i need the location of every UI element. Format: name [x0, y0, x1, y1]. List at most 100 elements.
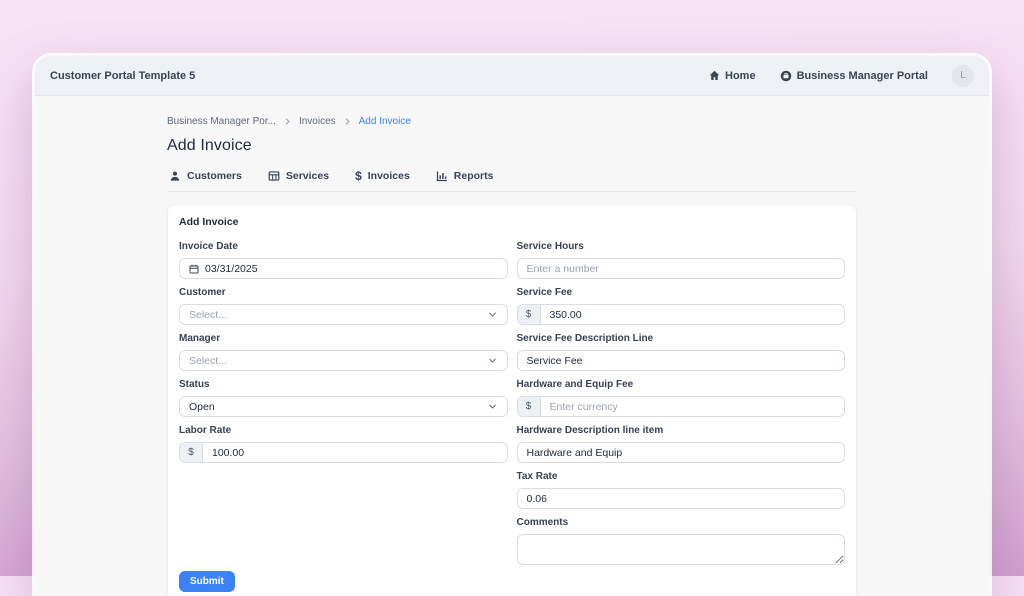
- breadcrumb-item-business-manager-por[interactable]: Business Manager Por...: [167, 116, 276, 127]
- input-content: Service Fee: [518, 355, 845, 367]
- chevron-right-icon: [343, 117, 352, 126]
- tab-customers[interactable]: Customers: [169, 170, 242, 182]
- tab-label: Customers: [187, 170, 242, 182]
- portal-icon: [780, 70, 792, 82]
- chevron-down-icon: [487, 401, 498, 412]
- status-label: Status: [179, 379, 508, 390]
- header-nav: Home Business Manager Portal L: [709, 65, 974, 87]
- date-content: 03/31/2025: [189, 263, 258, 275]
- input-value: 350.00: [541, 309, 591, 321]
- avatar[interactable]: L: [952, 65, 974, 87]
- card-title: Add Invoice: [179, 216, 845, 228]
- manager-label: Manager: [179, 333, 508, 344]
- chevron-down-icon: [487, 309, 498, 320]
- bar-chart-icon: [436, 170, 448, 182]
- tab-invoices[interactable]: $ Invoices: [355, 170, 410, 182]
- service-fee-description-line-label: Service Fee Description Line: [517, 333, 846, 344]
- app-title: Customer Portal Template 5: [50, 70, 195, 82]
- hardware-description-line-item-label: Hardware Description line item: [517, 425, 846, 436]
- header-nav-items: Home Business Manager Portal: [709, 70, 928, 82]
- input-content: 0.06: [518, 493, 845, 505]
- hardware-and-equip-fee-label: Hardware and Equip Fee: [517, 379, 846, 390]
- service-hours-label: Service Hours: [517, 241, 846, 252]
- nav-item-label: Home: [725, 70, 756, 82]
- nav-item-label: Business Manager Portal: [797, 70, 928, 82]
- comments-field-group: Comments: [517, 517, 846, 565]
- currency-prefix: $: [180, 443, 203, 462]
- calendar-icon: [189, 264, 199, 274]
- input-value: Open: [189, 401, 215, 413]
- service-fee-label: Service Fee: [517, 287, 846, 298]
- form-column-left: Invoice Date03/31/2025CustomerSelect...M…: [179, 233, 508, 565]
- input-value: 03/31/2025: [205, 263, 258, 275]
- input-content: Open: [180, 401, 507, 413]
- service-fee-description-line-input[interactable]: Service Fee: [517, 350, 846, 371]
- currency-prefix: $: [518, 397, 541, 416]
- input-value: Select...: [189, 355, 227, 367]
- app-header: Customer Portal Template 5 Home Business …: [35, 56, 989, 96]
- input-content: Select...: [180, 309, 507, 321]
- tab-bar: Customers Services $ Invoices Reports: [167, 168, 857, 192]
- currency-prefix: $: [518, 305, 541, 324]
- add-invoice-card: Add Invoice Invoice Date 03/31/2025 Custom…: [167, 204, 857, 595]
- input-content: Select...: [180, 355, 507, 367]
- table-icon: [268, 170, 280, 182]
- content-column: Business Manager Por... Invoices Add Invoi…: [167, 96, 857, 595]
- chevron-right-icon: [283, 117, 292, 126]
- input-content: 03/31/2025: [180, 263, 507, 275]
- tab-label: Reports: [454, 170, 494, 182]
- status-select[interactable]: Open: [179, 396, 508, 417]
- input-value: Hardware and Equip: [527, 447, 623, 459]
- breadcrumb-item-invoices[interactable]: Invoices: [299, 116, 336, 127]
- dollar-icon: $: [355, 170, 362, 182]
- tab-services[interactable]: Services: [268, 170, 329, 182]
- tab-reports[interactable]: Reports: [436, 170, 494, 182]
- home-icon: [709, 70, 720, 81]
- invoice-date-input[interactable]: 03/31/2025: [179, 258, 508, 279]
- breadcrumb: Business Manager Por... Invoices Add Invoi…: [167, 116, 857, 127]
- customer-label: Customer: [179, 287, 508, 298]
- hardware-description-line-item-input[interactable]: Hardware and Equip: [517, 442, 846, 463]
- tax-rate-input[interactable]: 0.06: [517, 488, 846, 509]
- nav-item-business-manager-portal[interactable]: Business Manager Portal: [780, 70, 928, 82]
- service-fee-input[interactable]: $350.00: [517, 304, 846, 325]
- service-hours-field-group: Service Hours Enter a number: [517, 241, 846, 279]
- tab-label: Invoices: [368, 170, 410, 182]
- app-window: Customer Portal Template 5 Home Business …: [35, 56, 989, 596]
- invoice-date-label: Invoice Date: [179, 241, 508, 252]
- customer-field-group: Customer Select...: [179, 287, 508, 325]
- hardware-and-equip-fee-field-group: Hardware and Equip Fee $Enter currency: [517, 379, 846, 417]
- form-column-right: Service Hours Enter a number Service Fee $3…: [517, 233, 846, 565]
- comments-label: Comments: [517, 517, 846, 528]
- form-grid: Invoice Date03/31/2025CustomerSelect...M…: [179, 233, 845, 565]
- invoice-date-field-group: Invoice Date 03/31/2025: [179, 241, 508, 279]
- chevron-down-icon: [487, 355, 498, 366]
- input-content: Hardware and Equip: [518, 447, 845, 459]
- customer-select[interactable]: Select...: [179, 304, 508, 325]
- labor-rate-input[interactable]: $100.00: [179, 442, 508, 463]
- manager-select[interactable]: Select...: [179, 350, 508, 371]
- chevron-right-icon: [343, 117, 352, 126]
- person-icon: [169, 170, 181, 182]
- nav-item-home[interactable]: Home: [709, 70, 756, 82]
- service-hours-input[interactable]: Enter a number: [517, 258, 846, 279]
- input-content: Enter a number: [518, 263, 845, 275]
- service-fee-field-group: Service Fee $350.00: [517, 287, 846, 325]
- page-title: Add Invoice: [167, 137, 857, 155]
- main-area: Business Manager Por... Invoices Add Invoi…: [35, 96, 989, 595]
- tax-rate-label: Tax Rate: [517, 471, 846, 482]
- input-placeholder: Enter currency: [541, 401, 627, 413]
- submit-button[interactable]: Submit: [179, 571, 235, 592]
- input-value: 100.00: [203, 447, 253, 459]
- input-value: Service Fee: [527, 355, 583, 367]
- labor-rate-field-group: Labor Rate$100.00: [179, 425, 508, 463]
- hardware-and-equip-fee-input[interactable]: $Enter currency: [517, 396, 846, 417]
- comments-textarea[interactable]: [517, 534, 846, 565]
- chevron-right-icon: [283, 117, 292, 126]
- manager-field-group: Manager Select...: [179, 333, 508, 371]
- hardware-description-line-item-field-group: Hardware Description line item Hardware a…: [517, 425, 846, 463]
- service-fee-description-line-field-group: Service Fee Description Line Service Fee: [517, 333, 846, 371]
- tax-rate-field-group: Tax Rate 0.06: [517, 471, 846, 509]
- breadcrumb-item-add-invoice: Add Invoice: [359, 116, 411, 127]
- input-value: 0.06: [527, 493, 547, 505]
